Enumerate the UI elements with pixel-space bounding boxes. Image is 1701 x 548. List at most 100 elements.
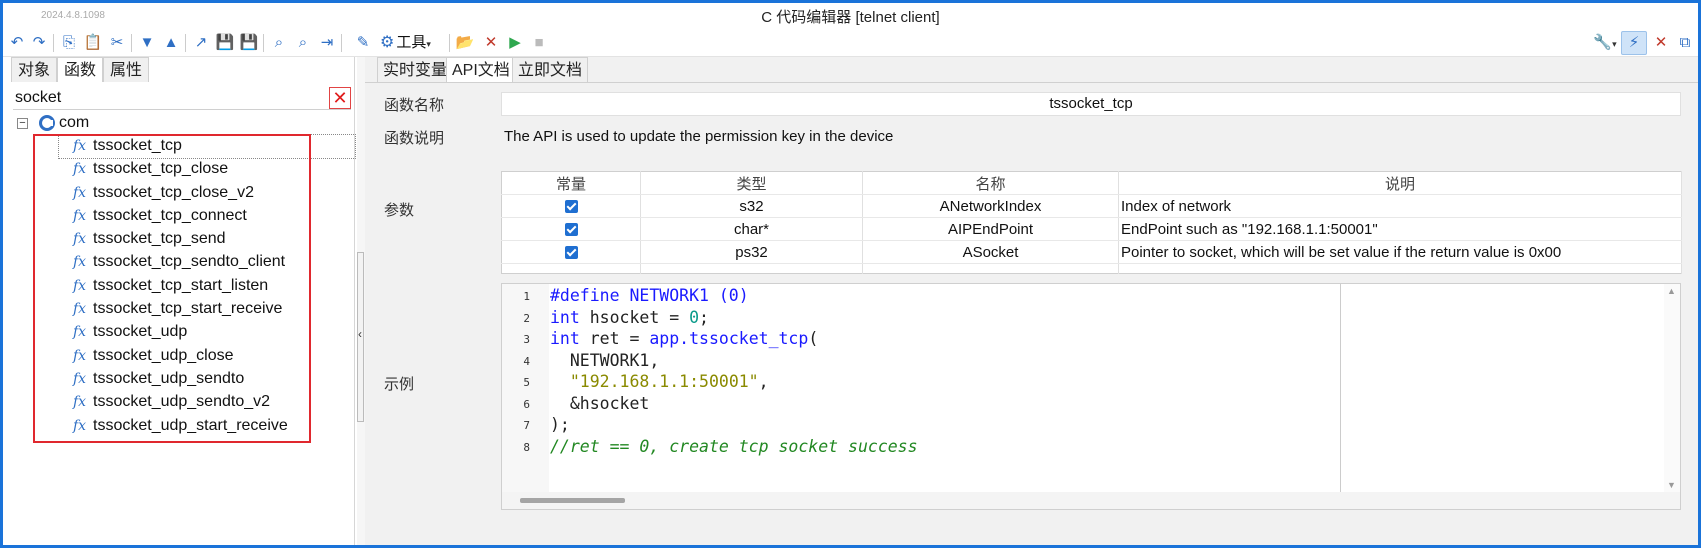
close-window-icon[interactable]: ✕ bbox=[1651, 32, 1671, 53]
search-input[interactable] bbox=[13, 86, 323, 110]
function-icon: fx bbox=[73, 231, 87, 248]
copy-icon[interactable]: ⎘ bbox=[59, 32, 79, 53]
scroll-down-icon[interactable]: ▼ bbox=[1667, 480, 1676, 490]
open-folder-icon[interactable]: 📂 bbox=[455, 32, 475, 53]
list-item[interactable]: fx tssocket_udp_sendto_v2 bbox=[59, 391, 355, 414]
detach-window-icon[interactable]: ⧉ bbox=[1675, 32, 1695, 53]
checkbox[interactable] bbox=[564, 246, 578, 260]
collapse-icon[interactable]: − bbox=[17, 118, 28, 129]
param-constant-cell bbox=[501, 194, 641, 218]
search-replace-icon[interactable]: ⌕ bbox=[293, 32, 313, 53]
list-item[interactable]: fx tssocket_tcp_sendto_client bbox=[59, 251, 355, 274]
list-item[interactable]: fx tssocket_tcp bbox=[58, 133, 356, 160]
param-type-cell: char* bbox=[640, 217, 863, 241]
tools-label: 工具 bbox=[396, 34, 427, 51]
code-string: "192.168.1.1:50001" bbox=[569, 372, 759, 391]
function-name-value: tssocket_tcp bbox=[501, 92, 1681, 116]
code-text: ; bbox=[699, 307, 709, 327]
paste-icon[interactable]: 📋 bbox=[83, 32, 103, 53]
tab-immediate-docs[interactable]: 立即文档 bbox=[512, 57, 589, 82]
function-name: tssocket_udp bbox=[93, 323, 188, 341]
function-name: tssocket_udp_close bbox=[93, 346, 234, 364]
list-item[interactable]: fx tssocket_udp_sendto bbox=[59, 368, 355, 391]
function-icon: fx bbox=[73, 138, 87, 154]
undo-icon[interactable]: ↶ bbox=[7, 32, 27, 53]
wrench-icon: 🔧 bbox=[1593, 34, 1613, 51]
function-icon: fx bbox=[73, 301, 87, 318]
column-header-desc: 说明 bbox=[1118, 171, 1682, 195]
search-icon[interactable]: ⌕ bbox=[269, 32, 289, 53]
horizontal-scrollbar[interactable] bbox=[502, 492, 1680, 509]
line-number: 7 bbox=[523, 419, 530, 432]
tab-functions[interactable]: 函数 bbox=[57, 57, 104, 82]
param-constant-cell bbox=[501, 240, 641, 264]
table-filler-row bbox=[501, 263, 1682, 274]
list-item[interactable]: fx tssocket_tcp_send bbox=[59, 228, 355, 251]
function-name: tssocket_udp_sendto bbox=[93, 369, 245, 387]
list-item[interactable]: fx tssocket_tcp_close bbox=[59, 158, 355, 181]
param-constant-cell bbox=[501, 217, 641, 241]
redo-icon[interactable]: ↷ bbox=[29, 32, 49, 53]
tab-properties[interactable]: 属性 bbox=[103, 57, 150, 82]
wrench-menu-button[interactable]: 🔧▾ bbox=[1591, 32, 1619, 53]
toolbar-separator bbox=[53, 34, 54, 52]
clear-icon[interactable]: ✕ bbox=[481, 32, 501, 53]
list-item[interactable]: fx tssocket_tcp_start_listen bbox=[59, 275, 355, 298]
function-icon: fx bbox=[73, 184, 87, 201]
code-text: , bbox=[758, 372, 769, 391]
tab-objects[interactable]: 对象 bbox=[11, 57, 58, 82]
function-icon: fx bbox=[73, 161, 87, 178]
list-item[interactable]: fx tssocket_udp_start_receive bbox=[59, 415, 355, 438]
function-name: tssocket_tcp bbox=[93, 137, 182, 154]
code-line: int hsocket = 0; bbox=[550, 308, 709, 327]
lightning-toggle-icon[interactable]: ⚡ bbox=[1621, 31, 1647, 55]
tab-live-variables[interactable]: 实时变量 bbox=[377, 57, 454, 82]
checkbox[interactable] bbox=[564, 200, 578, 214]
panel-splitter[interactable]: ‹ bbox=[357, 57, 365, 545]
window-title: C 代码编辑器 [telnet client] bbox=[761, 9, 940, 26]
code-line: NETWORK1, bbox=[550, 350, 660, 370]
table-row: char* AIPEndPoint EndPoint such as "192.… bbox=[501, 217, 1682, 241]
line-number-gutter: 1 2 3 4 5 6 7 8 bbox=[502, 284, 549, 509]
chevron-down-icon: ▾ bbox=[1612, 39, 1617, 49]
tab-api-docs[interactable]: API文档 bbox=[446, 57, 516, 82]
save-icon[interactable]: 💾 bbox=[215, 32, 235, 53]
run-icon[interactable]: ▶ bbox=[505, 32, 525, 53]
clear-search-icon[interactable]: ✕ bbox=[329, 87, 351, 109]
checkbox[interactable] bbox=[564, 223, 578, 237]
goto-icon[interactable]: ⇥ bbox=[317, 32, 337, 53]
code-editor[interactable]: 1 2 3 4 5 6 7 8 #define NETWORK1 (0) int… bbox=[501, 283, 1681, 510]
move-up-icon[interactable]: ▲ bbox=[161, 32, 181, 53]
code-text: ( bbox=[808, 329, 819, 348]
code-function: app.tssocket_tcp bbox=[649, 329, 809, 348]
function-icon: fx bbox=[73, 347, 87, 364]
tools-menu-button[interactable]: ⚙ 工具▾ bbox=[380, 32, 431, 54]
code-text: ret = bbox=[579, 329, 650, 348]
param-type-cell: ps32 bbox=[640, 240, 863, 264]
line-number: 3 bbox=[523, 333, 530, 346]
list-item[interactable]: fx tssocket_tcp_connect bbox=[59, 205, 355, 228]
move-down-icon[interactable]: ▼ bbox=[137, 32, 157, 53]
vertical-scrollbar[interactable]: ▲ ▼ bbox=[1664, 284, 1680, 494]
function-icon: fx bbox=[73, 394, 87, 411]
scroll-up-icon[interactable]: ▲ bbox=[1667, 286, 1676, 296]
stop-icon[interactable]: ■ bbox=[529, 32, 549, 53]
collapse-left-icon[interactable]: ‹ bbox=[358, 327, 362, 341]
param-name-cell: ANetworkIndex bbox=[862, 194, 1119, 218]
function-desc-value: The API is used to update the permission… bbox=[504, 128, 894, 145]
function-name: tssocket_tcp_sendto_client bbox=[93, 253, 286, 271]
edit-icon[interactable]: ✎ bbox=[353, 32, 373, 53]
list-item[interactable]: fx tssocket_tcp_close_v2 bbox=[59, 182, 355, 205]
export-icon[interactable]: ↗ bbox=[191, 32, 211, 53]
list-item[interactable]: fx tssocket_tcp_start_receive bbox=[59, 298, 355, 321]
save-all-icon[interactable]: 💾 bbox=[239, 32, 259, 53]
code-text: hsocket = bbox=[579, 307, 690, 327]
line-number: 1 bbox=[523, 290, 530, 303]
line-number: 8 bbox=[523, 440, 530, 454]
table-row: s32 ANetworkIndex Index of network bbox=[501, 194, 1682, 218]
list-item[interactable]: fx tssocket_udp bbox=[59, 321, 355, 344]
list-item[interactable]: fx tssocket_udp_close bbox=[59, 345, 355, 368]
scrollbar-thumb[interactable] bbox=[520, 498, 625, 503]
left-panel: 对象 函数 属性 ✕ − com fxtssocket_tcpfxtssocke… bbox=[3, 57, 356, 545]
cut-icon[interactable]: ✂ bbox=[107, 32, 127, 53]
